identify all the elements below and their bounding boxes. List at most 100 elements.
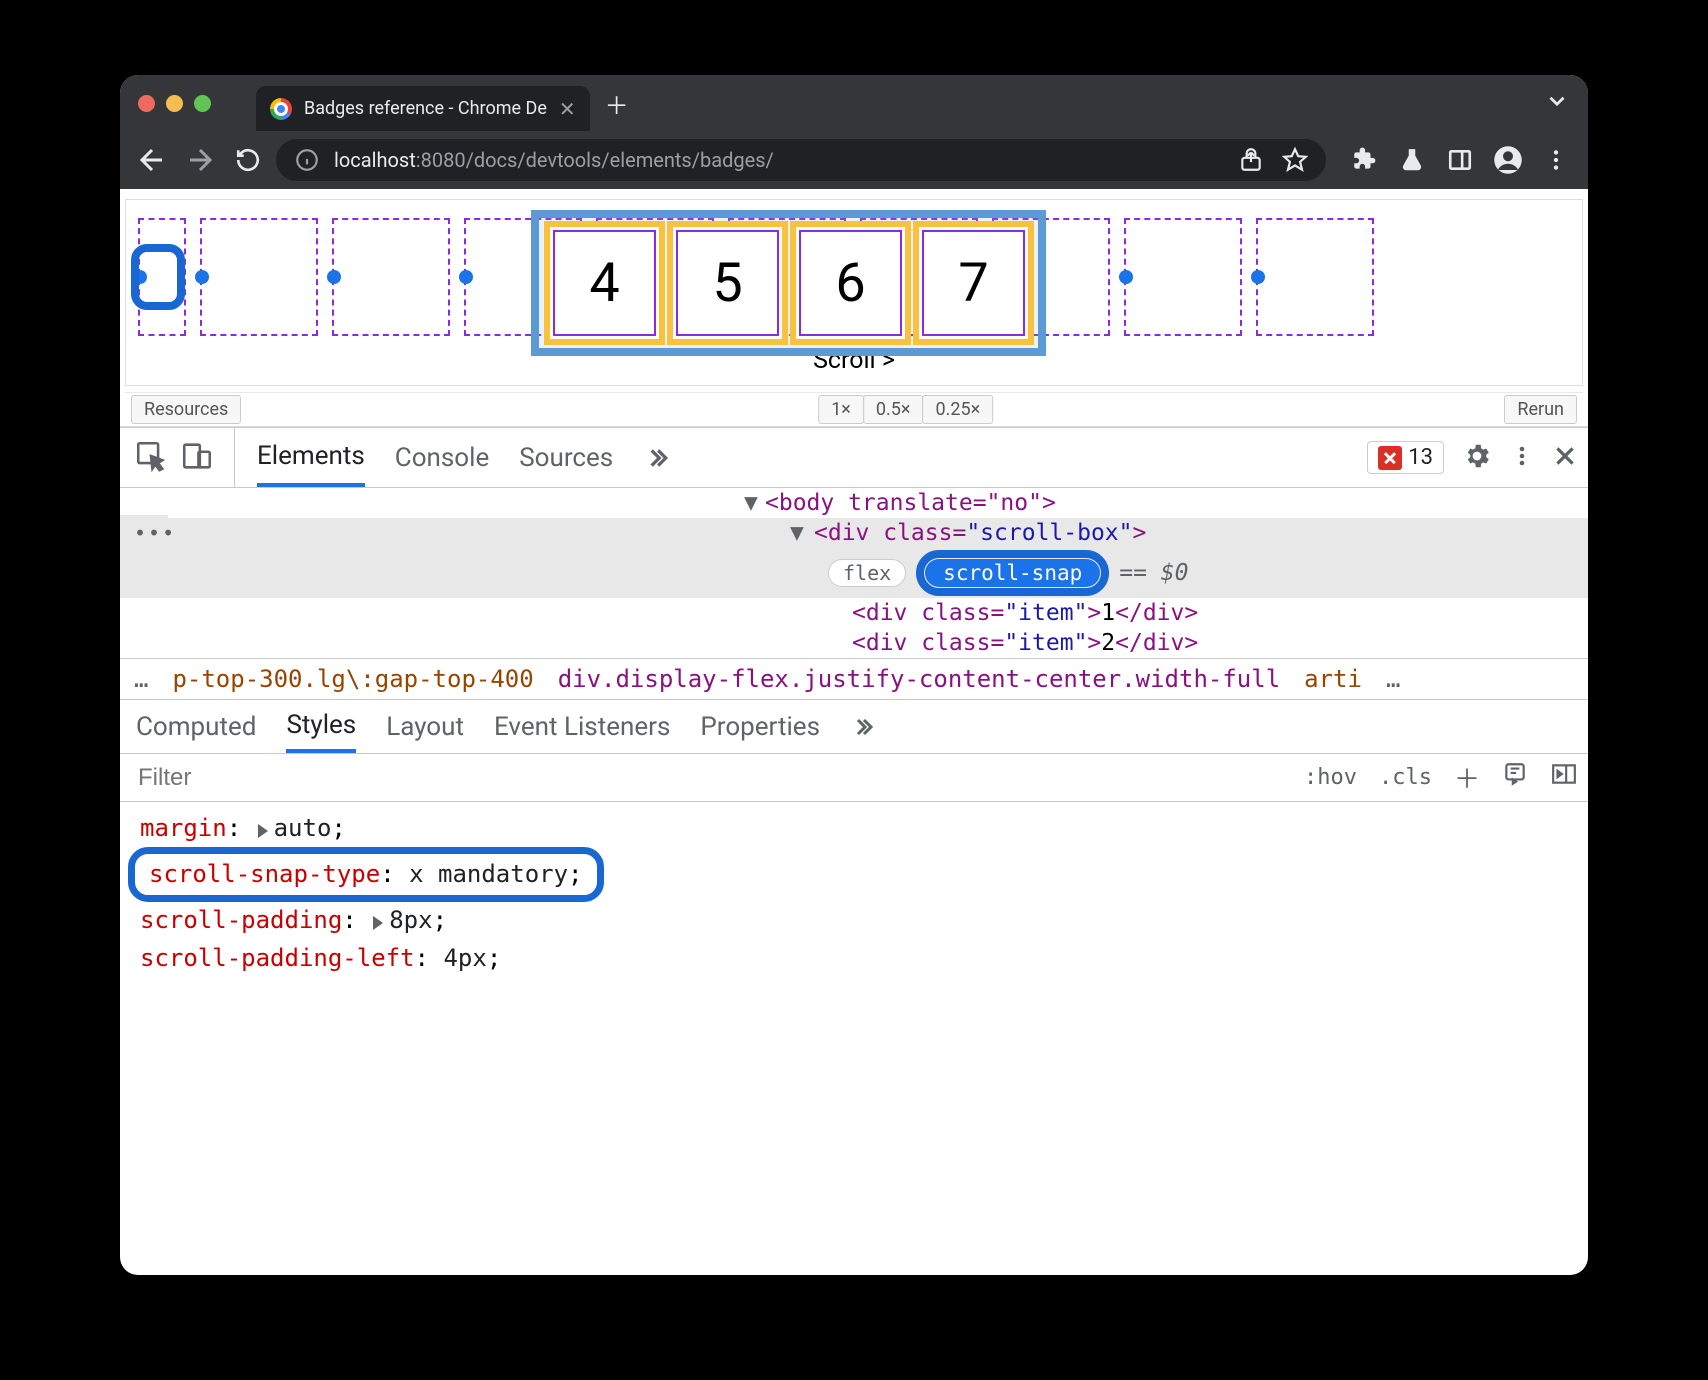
- subtab-event-listeners[interactable]: Event Listeners: [494, 700, 670, 753]
- inspect-tools: [134, 428, 235, 487]
- inspect-element-icon[interactable]: [134, 439, 168, 477]
- scroll-snap-badge[interactable]: scroll-snap: [925, 559, 1100, 587]
- tab-title: Badges reference - Chrome De: [304, 98, 547, 119]
- close-tab-icon[interactable]: ✕: [559, 97, 576, 121]
- filter-right: :hov .cls ＋: [1304, 759, 1578, 796]
- snap-target: 4: [544, 221, 665, 345]
- devtools-tabs: Elements Console Sources: [257, 428, 669, 487]
- dom-node-selected[interactable]: ▼ <div class="scroll-box">: [120, 518, 1588, 548]
- zoom-level[interactable]: 0.5×: [863, 395, 924, 424]
- url-text: localhost:8080/docs/devtools/elements/ba…: [334, 148, 774, 172]
- crumb-more-right[interactable]: …: [1386, 665, 1400, 693]
- crumb-item[interactable]: div.display-flex.justify-content-center.…: [558, 665, 1280, 693]
- expand-icon[interactable]: [373, 916, 383, 930]
- minimize-window-button[interactable]: [166, 95, 183, 112]
- tabs-overflow-icon[interactable]: [1544, 88, 1570, 118]
- toolbar: localhost:8080/docs/devtools/elements/ba…: [120, 131, 1588, 189]
- dom-node[interactable]: ▼ <body translate="no">: [120, 488, 1588, 518]
- browser-tab[interactable]: Badges reference - Chrome De ✕: [256, 86, 590, 131]
- tab-sources[interactable]: Sources: [519, 428, 613, 487]
- css-declaration[interactable]: scroll-padding-left: 4px;: [140, 940, 1588, 977]
- subtab-properties[interactable]: Properties: [700, 700, 820, 753]
- scroll-snap-badge-ring: scroll-snap: [916, 550, 1109, 596]
- close-devtools-icon[interactable]: [1552, 443, 1578, 473]
- subtab-styles[interactable]: Styles: [286, 700, 356, 753]
- new-tab-button[interactable]: ＋: [600, 86, 634, 120]
- forward-button[interactable]: [180, 140, 220, 180]
- css-declaration-highlighted[interactable]: scroll-snap-type: x mandatory;: [128, 847, 1588, 902]
- filter-input[interactable]: [130, 764, 1304, 792]
- scroll-items: 4 5 6 7: [126, 218, 1582, 336]
- error-icon: [1378, 446, 1402, 470]
- rerun-button[interactable]: Rerun: [1504, 395, 1577, 424]
- dom-ellipsis[interactable]: •••: [120, 515, 168, 551]
- menu-icon[interactable]: [1536, 140, 1576, 180]
- scroll-demo: 4 5 6 7 Scroll >: [125, 199, 1583, 386]
- zoom-level[interactable]: 0.25×: [923, 395, 994, 424]
- more-vert-icon[interactable]: [1510, 441, 1534, 475]
- close-window-button[interactable]: [138, 95, 155, 112]
- page-content-preview: 4 5 6 7 Scroll > Resources 1× 0.5× 0.25×…: [120, 189, 1588, 427]
- tab-console[interactable]: Console: [395, 428, 489, 487]
- zoom-level[interactable]: 1×: [818, 395, 864, 424]
- subtab-computed[interactable]: Computed: [136, 700, 256, 753]
- css-declaration[interactable]: margin: auto;: [140, 810, 1588, 847]
- settings-gear-icon[interactable]: [1462, 441, 1492, 475]
- devtools-header-right: 13: [1367, 441, 1578, 475]
- zoom-controls: 1× 0.5× 0.25×: [819, 395, 993, 424]
- share-icon[interactable]: [1238, 147, 1264, 173]
- scroll-item: [200, 218, 318, 336]
- css-declaration[interactable]: scroll-padding: 8px;: [140, 902, 1588, 939]
- new-rule-icon[interactable]: ＋: [1454, 759, 1480, 796]
- cls-toggle[interactable]: .cls: [1379, 765, 1432, 790]
- dom-node[interactable]: <div class="item">2</div>: [120, 628, 1588, 658]
- info-icon: [294, 147, 320, 173]
- error-count: 13: [1408, 445, 1433, 470]
- dom-node[interactable]: <div class="item">1</div>: [120, 598, 1588, 628]
- flex-badge[interactable]: flex: [828, 559, 906, 587]
- extensions-icon[interactable]: [1344, 140, 1384, 180]
- zoom-window-button[interactable]: [194, 95, 211, 112]
- snap-target: 6: [790, 221, 911, 345]
- back-button[interactable]: [132, 140, 172, 180]
- browser-window: Badges reference - Chrome De ✕ ＋ localho…: [120, 75, 1588, 1275]
- scroll-snap-type-ring: scroll-snap-type: x mandatory;: [128, 847, 604, 902]
- snap-dot-icon: [1119, 270, 1133, 284]
- browser-tabs: Badges reference - Chrome De ✕ ＋: [256, 75, 634, 131]
- chrome-icon: [270, 98, 292, 120]
- crumb-item[interactable]: arti: [1304, 665, 1362, 693]
- scroll-item: [1124, 218, 1242, 336]
- format-icon[interactable]: [1502, 761, 1528, 794]
- labs-icon[interactable]: [1392, 140, 1432, 180]
- crumb-item[interactable]: p-top-300.lg\:gap-top-400: [172, 665, 533, 693]
- device-toggle-icon[interactable]: [180, 439, 214, 477]
- demo-footer-bar: Resources 1× 0.5× 0.25× Rerun: [125, 392, 1583, 426]
- snap-dot-icon: [459, 270, 473, 284]
- styles-subtabs: Computed Styles Layout Event Listeners P…: [120, 700, 1588, 754]
- crumb-more-left[interactable]: …: [134, 665, 148, 693]
- snap-dot-icon: [195, 270, 209, 284]
- tabs-more-icon[interactable]: [643, 428, 669, 487]
- subtab-layout[interactable]: Layout: [386, 700, 464, 753]
- resources-button[interactable]: Resources: [131, 395, 241, 424]
- reload-button[interactable]: [228, 140, 268, 180]
- snap-target: 5: [667, 221, 788, 345]
- panel-icon[interactable]: [1440, 140, 1480, 180]
- breadcrumb[interactable]: … p-top-300.lg\:gap-top-400 div.display-…: [120, 658, 1588, 700]
- expand-icon[interactable]: [258, 824, 268, 838]
- toolbar-right: [1344, 140, 1576, 180]
- bookmark-star-icon[interactable]: [1282, 147, 1308, 173]
- scroll-item: [1256, 218, 1374, 336]
- css-rules-pane[interactable]: margin: auto; scroll-snap-type: x mandat…: [120, 802, 1588, 977]
- hov-toggle[interactable]: :hov: [1304, 765, 1357, 790]
- profile-icon[interactable]: [1488, 140, 1528, 180]
- address-bar[interactable]: localhost:8080/docs/devtools/elements/ba…: [276, 139, 1326, 181]
- subtabs-more-icon[interactable]: [850, 700, 874, 753]
- error-count-badge[interactable]: 13: [1367, 441, 1444, 474]
- snap-targets-overlay: 4 5 6 7: [544, 221, 1034, 345]
- scroll-item: [332, 218, 450, 336]
- toggle-sidebar-icon[interactable]: [1550, 761, 1578, 794]
- dom-tree[interactable]: ▼ <body translate="no"> ▼ <div class="sc…: [120, 488, 1588, 658]
- selected-marker: == $0: [1119, 560, 1188, 586]
- tab-elements[interactable]: Elements: [257, 428, 365, 487]
